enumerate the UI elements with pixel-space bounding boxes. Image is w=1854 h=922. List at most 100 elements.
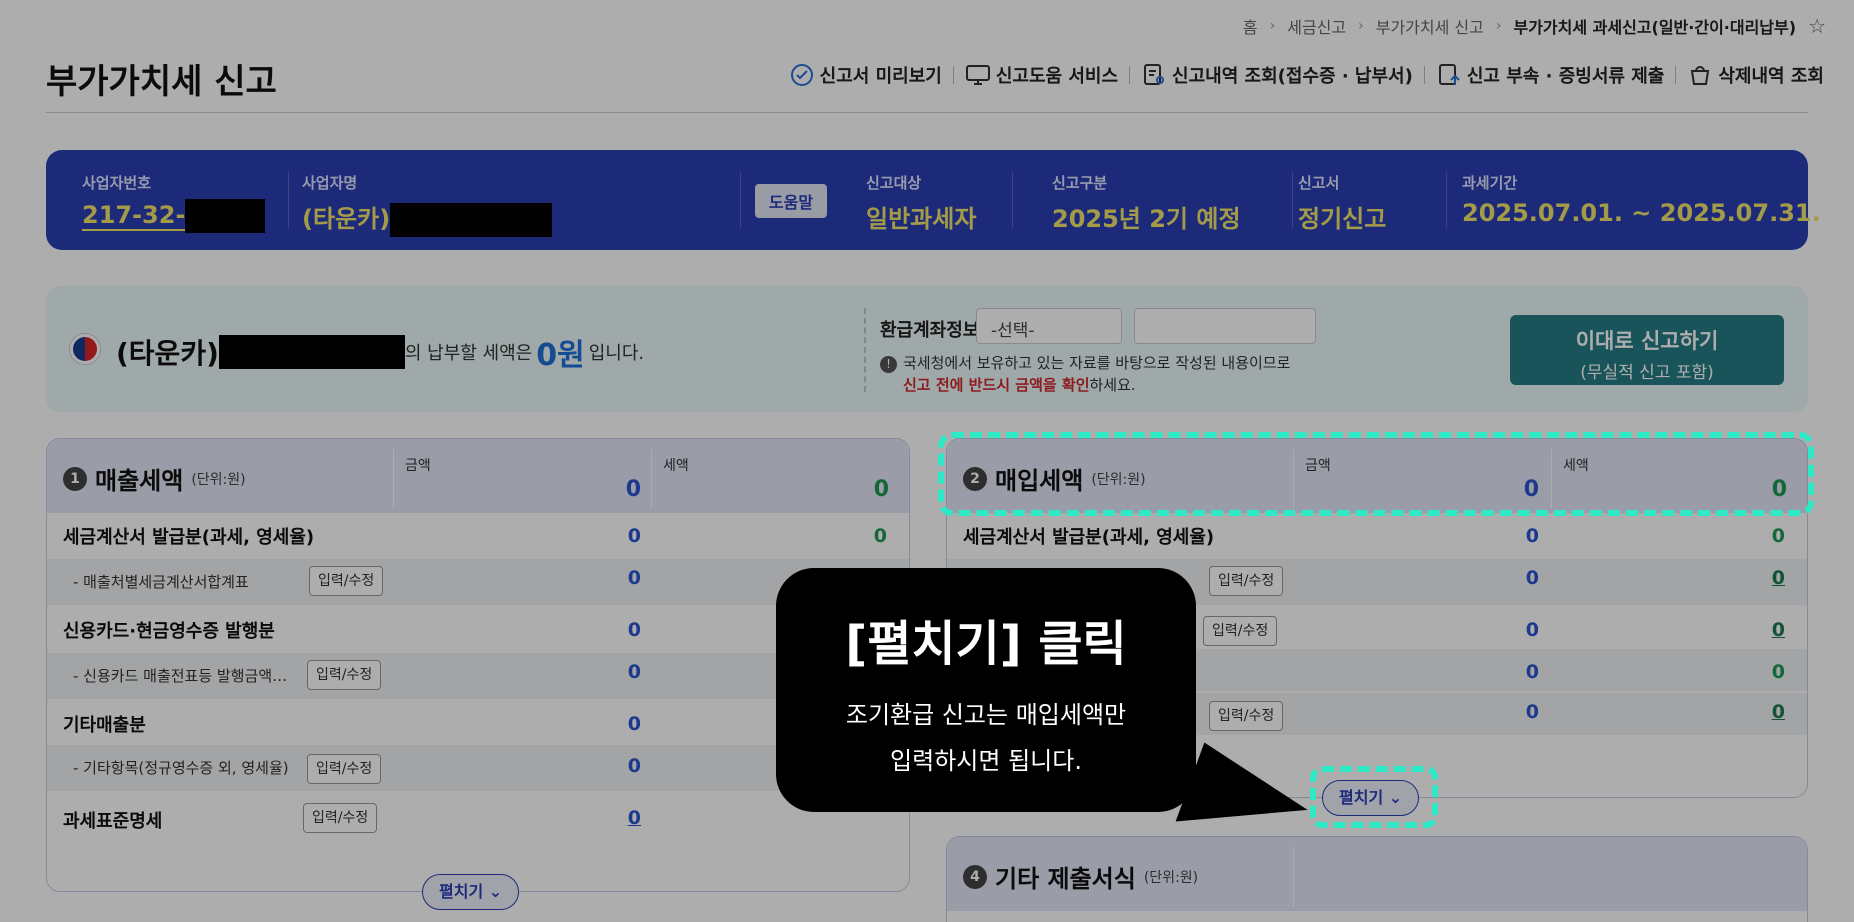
panel-header: 1 매출세액 (단위:원) 금액 0 세액 0 [47, 439, 909, 513]
edit-button[interactable]: 입력/수정 [303, 803, 378, 833]
row-amount: 0 [1525, 701, 1539, 723]
sub-row-amount: 0 [627, 567, 641, 589]
period-field: 과세기간 2025.07.01. ~ 2025.07.31. [1462, 172, 1821, 227]
summary-amount: 0원 [536, 338, 585, 373]
sub-row-amount: 0 [627, 661, 641, 683]
divider [1292, 172, 1293, 228]
exclamation-icon: ! [880, 356, 897, 373]
biz-no-value: 217-32- [82, 201, 186, 231]
row-amount: 0 [627, 713, 641, 735]
section-number: 2 [963, 466, 987, 491]
redaction-block [185, 199, 266, 233]
divider [1446, 172, 1447, 228]
row-amount: 0 [1525, 619, 1539, 641]
trash-basket-icon [1687, 62, 1713, 88]
divider [740, 172, 741, 228]
biz-no-field: 사업자번호 217-32- [82, 172, 266, 233]
edit-button[interactable]: 입력/수정 [1209, 566, 1284, 596]
unit-label: (단위:원) [191, 471, 246, 488]
chevron-down-icon: ⌄ [488, 882, 503, 901]
taegeuk-icon [70, 334, 100, 364]
row-tax[interactable]: 0 [1772, 567, 1785, 589]
biz-name-field: 사업자명 (타운카) [302, 172, 553, 237]
unit-label: (단위:원) [1143, 869, 1199, 886]
summary-text: (타운카) 의 납부할 세액은 0원 입니다. [116, 330, 644, 374]
row-tax[interactable]: 0 [1772, 701, 1785, 723]
submit-report-button[interactable]: 이대로 신고하기 (무실적 신고 포함) [1510, 315, 1784, 385]
attach-button[interactable]: 신고 부속 · 증빙서류 제출 [1436, 62, 1665, 88]
toolbar: 신고서 미리보기 신고도움 서비스 신고내역 조회(접수증 · 납부서) 신고 … [789, 62, 1824, 88]
chevron-right-icon: › [1269, 18, 1276, 34]
breadcrumb-home[interactable]: 홈 [1243, 14, 1258, 38]
sub-row-label: - 매출처별세금계산서합계표 [73, 573, 249, 591]
row-label: 기타매출분 [63, 715, 146, 736]
history-button[interactable]: 신고내역 조회(접수증 · 납부서) [1141, 62, 1413, 88]
breadcrumb-tax-report[interactable]: 세금신고 [1287, 14, 1346, 38]
section-title: 매출세액 [95, 467, 184, 495]
summary-company: (타운카) [116, 337, 219, 370]
edit-button[interactable]: 입력/수정 [309, 566, 384, 596]
refund-account-select[interactable]: -선택- [976, 308, 1122, 344]
history-label: 신고내역 조회(접수증 · 납부서) [1172, 66, 1413, 87]
total-tax: 0 [1771, 477, 1787, 502]
edit-button[interactable]: 입력/수정 [1203, 616, 1278, 646]
notice-line1: 국세청에서 보유하고 있는 자료를 바탕으로 작성된 내용이므로 [903, 354, 1291, 372]
divider [1423, 66, 1425, 84]
refund-account-input[interactable] [1134, 308, 1316, 344]
report-type-field: 신고구분 2025년 2기 예정 [1052, 172, 1241, 234]
preview-label: 신고서 미리보기 [819, 66, 942, 87]
row-tax: 0 [873, 525, 887, 547]
form-label: 신고서 [1298, 174, 1340, 192]
breadcrumb-vat[interactable]: 부가가치세 신고 [1376, 14, 1484, 38]
divider [1675, 66, 1677, 84]
target-field: 신고대상 일반과세자 [866, 172, 976, 234]
total-amount: 0 [1523, 477, 1539, 502]
divider [1293, 847, 1294, 907]
sales-expand-button[interactable]: 펼치기 ⌄ [422, 874, 520, 910]
row-tax[interactable]: 0 [1772, 619, 1785, 641]
submit-sublabel: (무실적 신고 포함) [1580, 363, 1714, 383]
deleted-history-button[interactable]: 삭제내역 조회 [1687, 62, 1824, 88]
callout-heading: [펼치기] 클릭 [845, 616, 1127, 672]
notice-tail: 하세요. [1089, 376, 1136, 394]
preview-button[interactable]: 신고서 미리보기 [789, 62, 942, 88]
panel-header: 4 기타 제출서식 (단위:원) [947, 837, 1807, 911]
period-label: 과세기간 [1462, 174, 1518, 192]
total-amount: 0 [625, 477, 641, 502]
edit-button[interactable]: 입력/수정 [307, 660, 382, 690]
section-title: 기타 제출서식 [995, 865, 1136, 893]
col-tax-header: 세액 [1563, 458, 1589, 474]
row-label: 과세표준명세 [63, 811, 163, 832]
help-button[interactable]: 도움말 [755, 184, 827, 218]
edit-button[interactable]: 입력/수정 [307, 754, 382, 784]
sub-row-label: - 기타항목(정규영수증 외, 영세율) [73, 759, 289, 777]
form-value: 정기신고 [1298, 205, 1387, 233]
col-tax-header: 세액 [663, 458, 689, 474]
row-amount: 0 [627, 525, 641, 547]
attach-label: 신고 부속 · 증빙서류 제출 [1466, 66, 1665, 87]
callout-line1: 조기환급 신고는 매입세액만 [845, 701, 1127, 729]
row-amount[interactable]: 0 [628, 807, 641, 829]
divider [1293, 449, 1294, 509]
monitor-icon [965, 62, 991, 88]
dashed-divider [864, 308, 866, 392]
redaction-block [390, 203, 553, 237]
target-value: 일반과세자 [866, 205, 977, 233]
purchase-expand-button[interactable]: 펼치기 ⌄ [1322, 780, 1420, 816]
refund-account-label: 환급계좌정보 [880, 320, 980, 341]
summary-text-before: 의 납부할 세액은 [404, 343, 533, 364]
row-amount: 0 [1525, 567, 1539, 589]
tax-summary-box: (타운카) 의 납부할 세액은 0원 입니다. 환급계좌정보 -선택- ! 국세청… [46, 286, 1808, 412]
panel-header: 2 매입세액 (단위:원) 금액 0 세액 0 [947, 439, 1807, 513]
star-icon[interactable]: ☆ [1808, 14, 1826, 38]
header-divider [46, 112, 1808, 113]
row-amount: 0 [1525, 525, 1539, 547]
help-service-button[interactable]: 신고도움 서비스 [965, 62, 1118, 88]
divider [393, 449, 394, 509]
col-amount-header: 금액 [405, 458, 431, 474]
redaction-block [218, 335, 405, 369]
unit-label: (단위:원) [1091, 471, 1146, 488]
checkmark-circle-icon [789, 62, 815, 88]
expand-label: 펼치기 [1339, 788, 1384, 807]
edit-button[interactable]: 입력/수정 [1209, 701, 1284, 731]
